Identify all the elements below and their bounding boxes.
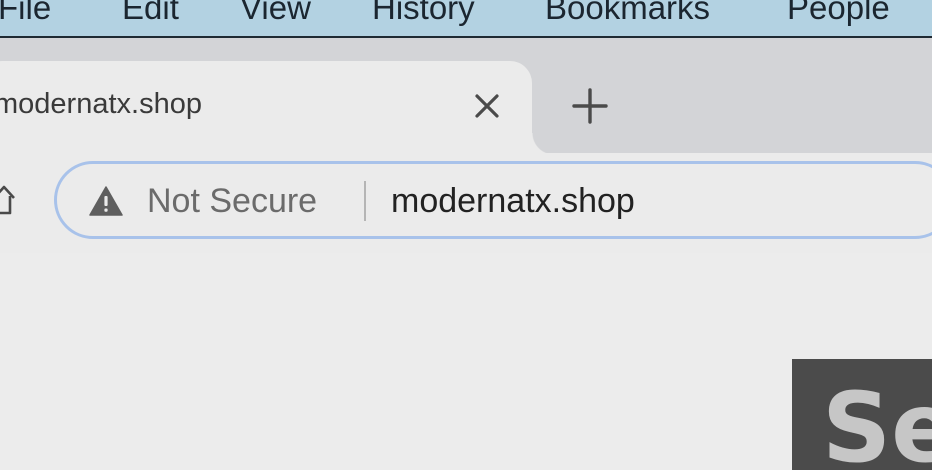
omnibox-divider	[364, 181, 366, 221]
warning-triangle-icon[interactable]	[89, 186, 123, 216]
browser-window: File Edit View History Bookmarks People …	[0, 0, 932, 470]
url-text[interactable]: modernatx.shop	[391, 182, 635, 220]
address-bar[interactable]: Not Secure modernatx.shop	[54, 161, 932, 239]
tab-title: modernatx.shop	[0, 88, 202, 120]
page-content: Se	[0, 253, 932, 470]
security-status-label[interactable]: Not Secure	[147, 182, 317, 220]
menu-bar: File Edit View History Bookmarks People	[0, 0, 932, 38]
menu-file[interactable]: File	[0, 0, 51, 28]
tab-active[interactable]: modernatx.shop	[0, 61, 554, 155]
home-icon[interactable]	[0, 184, 16, 216]
menu-people[interactable]: People	[787, 0, 890, 28]
menu-history[interactable]: History	[372, 0, 475, 28]
close-icon[interactable]	[472, 91, 502, 121]
toolbar: Not Secure modernatx.shop	[0, 153, 932, 253]
site-logo-text: Se	[822, 372, 932, 470]
menu-edit[interactable]: Edit	[122, 0, 179, 28]
menu-view[interactable]: View	[240, 0, 311, 28]
site-logo-image[interactable]: Se	[792, 359, 932, 470]
plus-icon[interactable]	[572, 88, 608, 124]
tab-strip: modernatx.shop	[0, 38, 932, 155]
menu-bookmarks[interactable]: Bookmarks	[545, 0, 710, 28]
